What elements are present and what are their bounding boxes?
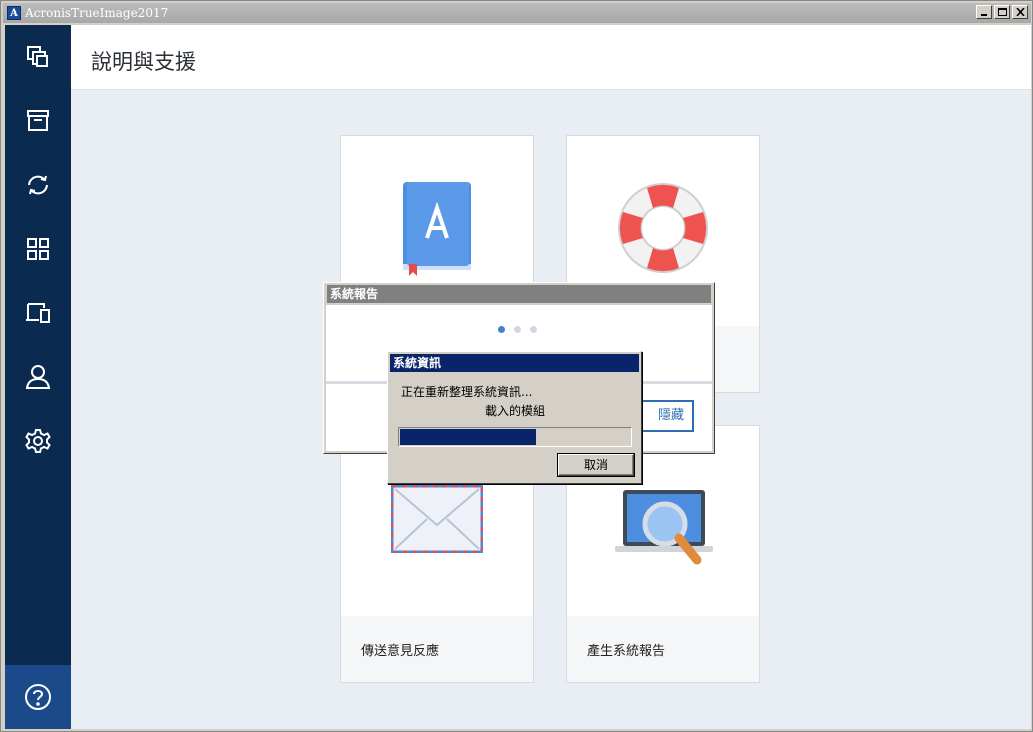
window-title: AcronisTrueImage2017 bbox=[25, 6, 169, 20]
loading-indicator bbox=[498, 326, 537, 333]
sidebar-item-help[interactable] bbox=[5, 665, 71, 729]
close-button[interactable] bbox=[1012, 5, 1028, 19]
minimize-icon bbox=[981, 14, 987, 16]
settings-icon bbox=[25, 429, 51, 453]
dashboard-icon bbox=[27, 238, 49, 260]
backup-icon bbox=[27, 46, 48, 67]
window-controls bbox=[976, 5, 1028, 19]
devices-icon bbox=[26, 303, 50, 323]
account-icon bbox=[25, 365, 51, 389]
help-icon bbox=[25, 684, 51, 710]
acronis-logo-icon: A bbox=[7, 6, 21, 20]
sidebar bbox=[5, 25, 71, 729]
sidebar-item-dashboard[interactable] bbox=[5, 217, 71, 281]
page-header: 說明與支援 bbox=[71, 25, 1031, 90]
card-label-generate-system-report: 產生系統報告 bbox=[587, 644, 666, 659]
progress-bar bbox=[398, 427, 632, 447]
progress-fill bbox=[400, 429, 536, 445]
sidebar-item-sync[interactable] bbox=[5, 153, 71, 217]
close-icon bbox=[1016, 8, 1025, 16]
sidebar-item-devices[interactable] bbox=[5, 281, 71, 345]
sidebar-item-backup[interactable] bbox=[5, 25, 71, 89]
maximize-icon bbox=[998, 8, 1007, 16]
status-message: 正在重新整理系統資訊... bbox=[401, 385, 533, 399]
loading-dot bbox=[530, 326, 537, 333]
envelope-icon bbox=[391, 485, 483, 553]
loading-dot bbox=[514, 326, 521, 333]
dialog-title[interactable]: 系統資訊 bbox=[390, 354, 639, 372]
sidebar-item-account[interactable] bbox=[5, 345, 71, 409]
page-title: 說明與支援 bbox=[91, 50, 196, 74]
hide-button[interactable]: 隱藏 bbox=[634, 400, 694, 432]
status-detail: 載入的模組 bbox=[485, 404, 546, 418]
user-guide-book-icon bbox=[403, 182, 471, 276]
dialog-title[interactable]: 系統報告 bbox=[327, 285, 711, 303]
cancel-button[interactable]: 取消 bbox=[557, 453, 635, 477]
sync-icon bbox=[28, 175, 48, 195]
title-bar[interactable]: A AcronisTrueImage2017 bbox=[3, 3, 1031, 23]
system-info-dialog: 系統資訊 正在重新整理系統資訊... 載入的模組 取消 bbox=[387, 351, 642, 484]
loading-dot bbox=[498, 326, 505, 333]
card-label-send-feedback: 傳送意見反應 bbox=[361, 644, 440, 659]
life-ring-icon bbox=[618, 183, 708, 273]
sidebar-item-settings[interactable] bbox=[5, 409, 71, 473]
minimize-button[interactable] bbox=[976, 5, 992, 19]
sidebar-item-archive[interactable] bbox=[5, 89, 71, 153]
laptop-magnifier-icon bbox=[615, 490, 713, 565]
archive-icon bbox=[27, 110, 49, 131]
maximize-button[interactable] bbox=[994, 5, 1010, 19]
app-window: A AcronisTrueImage2017 說明與支援 傳送意見反應 產生系統… bbox=[0, 0, 1033, 732]
